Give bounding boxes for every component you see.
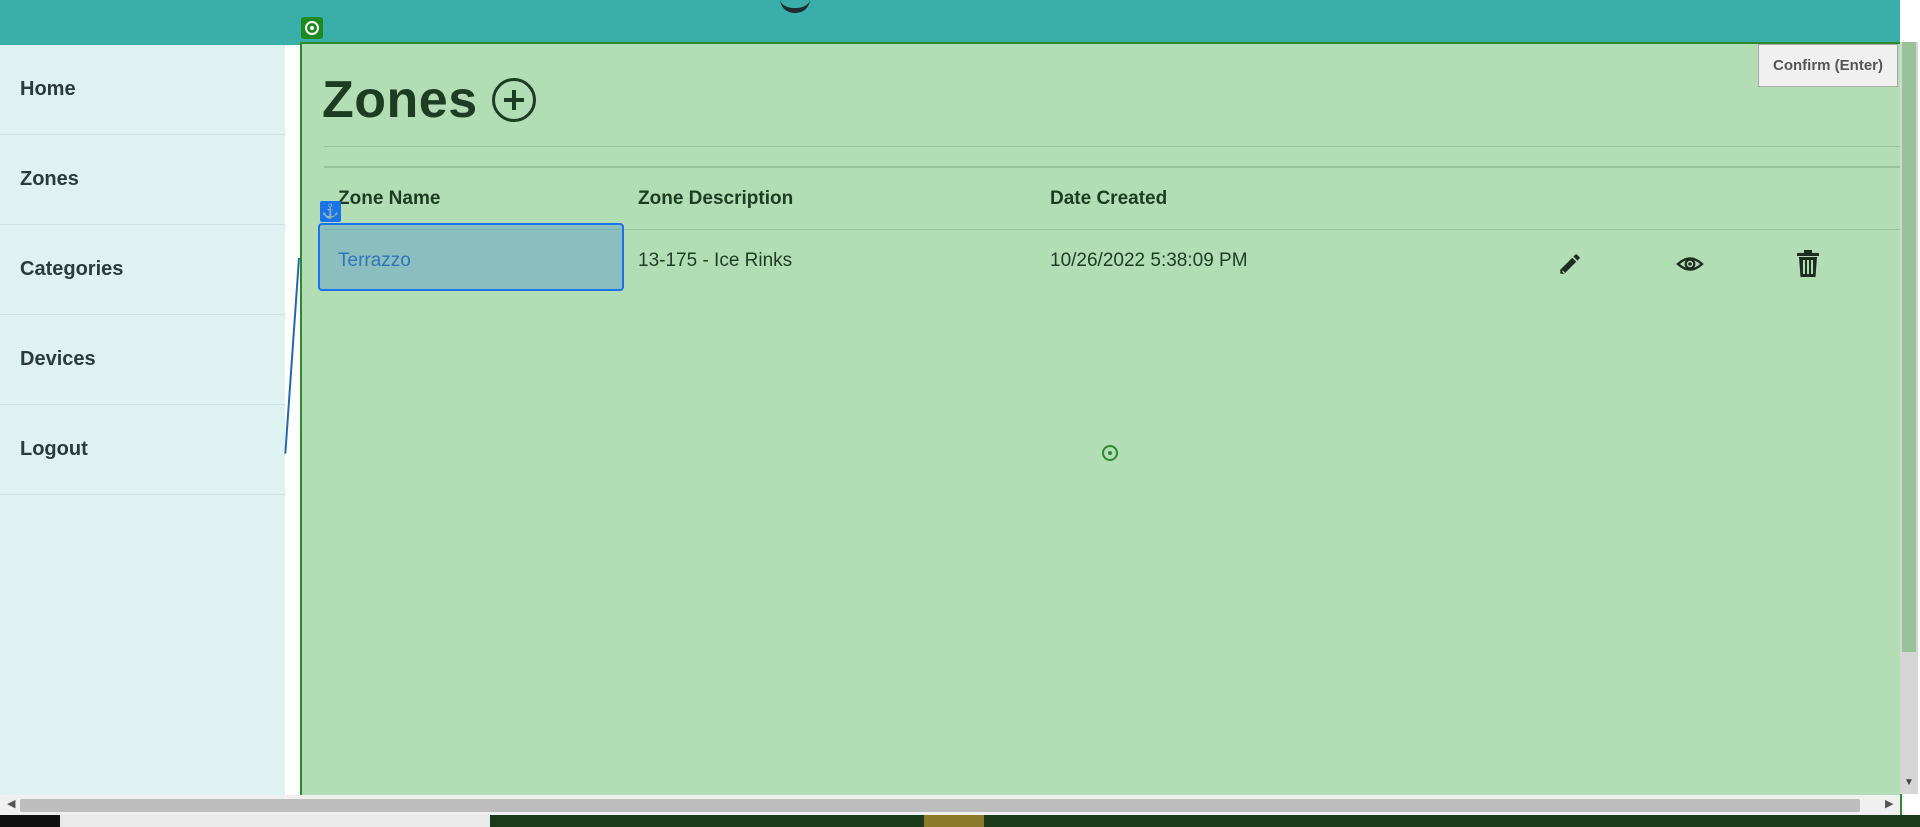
taskbar-segment bbox=[924, 815, 984, 827]
scroll-left-arrow-icon[interactable]: ◀ bbox=[7, 797, 15, 810]
zone-description-cell: 13-175 - Ice Rinks bbox=[638, 250, 793, 271]
top-header-bar bbox=[0, 0, 1900, 45]
sidebar-item-logout[interactable]: Logout bbox=[0, 405, 285, 495]
sidebar-item-devices[interactable]: Devices bbox=[0, 315, 285, 405]
trash-icon[interactable] bbox=[1795, 250, 1821, 278]
horizontal-scrollbar-thumb[interactable] bbox=[20, 799, 1860, 812]
add-zone-button[interactable] bbox=[491, 78, 536, 122]
taskbar bbox=[0, 815, 1920, 827]
confirm-button[interactable]: Confirm (Enter) bbox=[1758, 44, 1898, 87]
divider bbox=[324, 146, 1900, 147]
eye-icon[interactable] bbox=[1676, 253, 1704, 275]
sidebar-item-zones[interactable]: Zones bbox=[0, 135, 285, 225]
sidebar-item-categories[interactable]: Categories bbox=[0, 225, 285, 315]
pencil-icon[interactable] bbox=[1557, 251, 1583, 277]
column-header-zone-description: Zone Description bbox=[638, 188, 794, 209]
column-header-date-created: Date Created bbox=[1050, 188, 1168, 209]
crosshair-icon bbox=[1102, 445, 1118, 461]
scroll-down-arrow-icon[interactable]: ▼ bbox=[1902, 776, 1916, 790]
page-title-text: Zones bbox=[322, 71, 478, 129]
taskbar-segment bbox=[60, 815, 490, 827]
sidebar-nav: Home Zones Categories Devices Logout bbox=[0, 45, 285, 795]
header-title-fragment bbox=[780, 0, 810, 13]
vertical-scrollbar-thumb[interactable] bbox=[1902, 42, 1916, 652]
main-content: Zones Zone Name Zone Description Date Cr… bbox=[300, 42, 1902, 827]
sidebar-item-home[interactable]: Home bbox=[0, 45, 285, 135]
column-header-zone-name: Zone Name bbox=[338, 188, 441, 209]
taskbar-segment bbox=[0, 815, 60, 827]
anchor-icon: ⚓ bbox=[320, 201, 341, 222]
page-title: Zones bbox=[322, 70, 536, 130]
divider bbox=[324, 166, 1900, 168]
connector-line bbox=[284, 258, 300, 454]
scroll-right-arrow-icon[interactable]: ▶ bbox=[1885, 797, 1893, 810]
date-created-cell: 10/26/2022 5:38:09 PM bbox=[1050, 250, 1248, 271]
target-region-icon bbox=[301, 17, 323, 39]
selected-element-highlight bbox=[318, 223, 624, 291]
